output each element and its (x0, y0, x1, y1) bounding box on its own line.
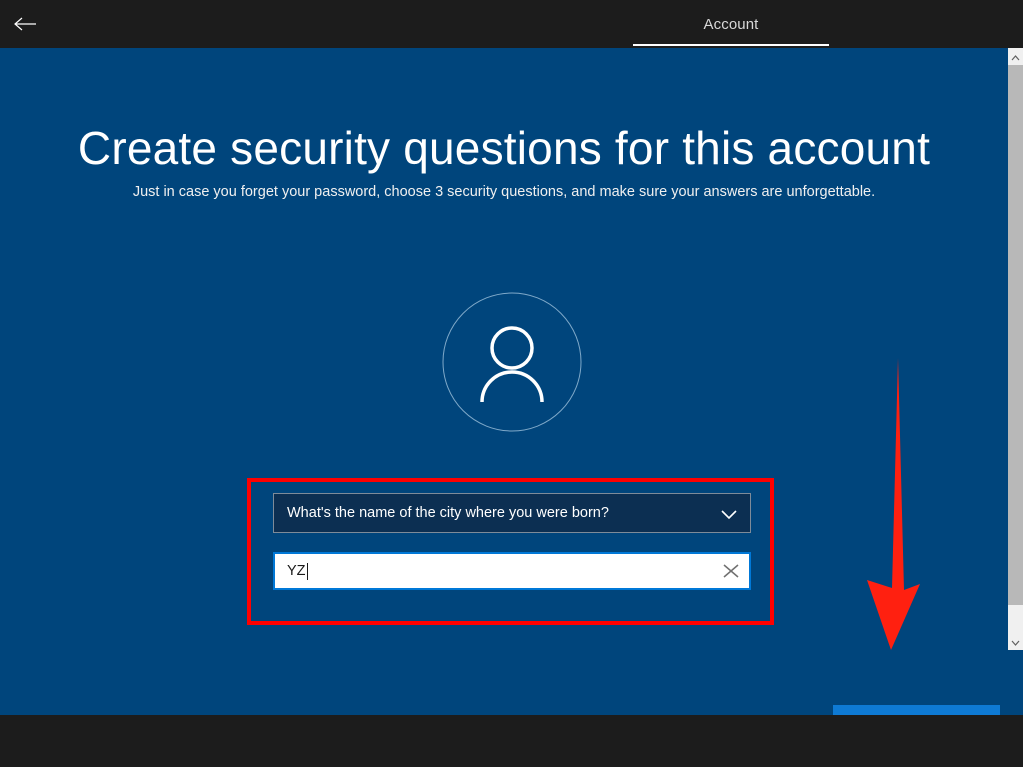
title-bar: Account (0, 0, 1023, 48)
chevron-down-icon (718, 503, 740, 525)
arrow-left-icon (12, 15, 38, 33)
page-title: Create security questions for this accou… (77, 122, 931, 174)
main-panel: Create security questions for this accou… (0, 48, 1008, 744)
clear-answer-button[interactable] (719, 560, 743, 582)
tab-active-indicator (633, 44, 829, 46)
security-question-dropdown-value: What's the name of the city where you we… (287, 505, 609, 521)
tab-account[interactable]: Account (633, 0, 829, 48)
answer-input[interactable]: YZ (287, 563, 306, 579)
vertical-scrollbar[interactable] (1008, 48, 1023, 715)
chevron-up-icon (1011, 48, 1020, 66)
chevron-down-icon (1011, 633, 1020, 651)
security-question-form: What's the name of the city where you we… (273, 493, 751, 590)
tab-account-label: Account (703, 15, 759, 33)
bottom-bar: CSDN @NOWSHUT (0, 715, 1023, 767)
page-subtitle: Just in case you forget your password, c… (132, 184, 876, 200)
setup-screen: Account Create security questions for th… (0, 0, 1023, 767)
scrollbar-down-button[interactable] (1008, 633, 1023, 650)
security-question-dropdown[interactable]: What's the name of the city where you we… (273, 493, 751, 533)
back-button[interactable] (4, 4, 46, 44)
avatar (442, 292, 582, 432)
scrollbar-spacer (1008, 650, 1023, 715)
scrollbar-thumb[interactable] (1008, 65, 1023, 605)
scrollbar-up-button[interactable] (1008, 48, 1023, 65)
answer-input-wrapper[interactable]: YZ (273, 552, 751, 590)
text-cursor (306, 562, 308, 580)
